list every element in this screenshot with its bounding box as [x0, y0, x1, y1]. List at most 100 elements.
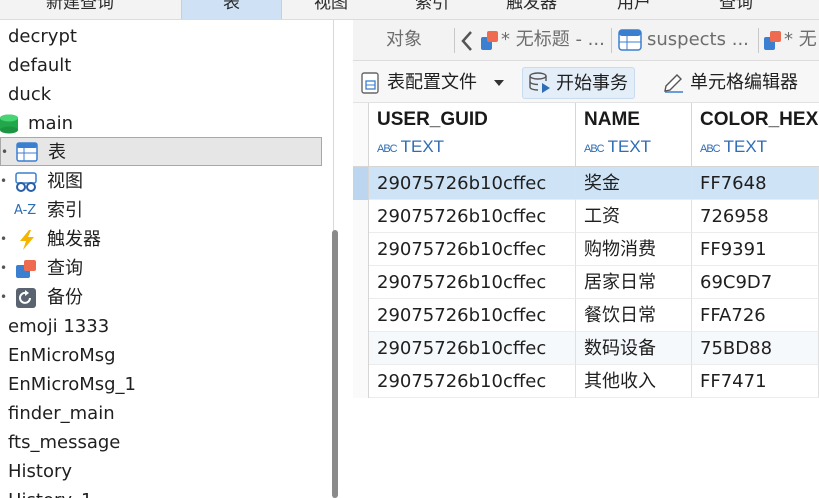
tree-item-label: History	[8, 461, 73, 482]
cell-user-guid[interactable]: 29075726b10cffec	[369, 299, 576, 332]
trigger-icon	[20, 230, 34, 250]
user-button[interactable]: 用户	[617, 0, 651, 19]
column-header-user-guid[interactable]: USER_GUID ABC TEXT	[369, 103, 576, 167]
object-toolbar: 表配置文件 开始事务 单元格编辑器	[353, 61, 819, 103]
row-gutter[interactable]	[353, 200, 369, 233]
tree-item-backups[interactable]: • 备份	[0, 283, 330, 312]
tree-item-queries[interactable]: • 查询	[0, 254, 330, 283]
tree-item-decrypt[interactable]: decrypt	[0, 22, 330, 51]
cell-color-hex[interactable]: FF9391	[692, 233, 819, 266]
begin-transaction-button[interactable]: 开始事务	[522, 67, 635, 99]
chevron-down-icon	[494, 80, 504, 86]
tree-item-fts-message[interactable]: fts_message	[0, 428, 330, 457]
table-tab-icon	[618, 29, 642, 51]
trigger-button[interactable]: 触发器	[506, 0, 557, 19]
transaction-icon	[529, 72, 550, 93]
column-name: NAME	[584, 109, 640, 130]
table-config-icon	[361, 72, 379, 94]
tree-item-tables[interactable]: • 表	[0, 137, 322, 166]
cell-user-guid[interactable]: 29075726b10cffec	[369, 365, 576, 398]
tree-item-label: decrypt	[8, 26, 77, 47]
cell-color-hex[interactable]: FF7471	[692, 365, 819, 398]
pencil-icon	[664, 74, 683, 93]
query-tab-icon	[481, 31, 498, 50]
cell-name[interactable]: 其他收入	[576, 365, 692, 398]
tree-item-finder-main[interactable]: finder_main	[0, 399, 330, 428]
row-gutter[interactable]	[353, 332, 369, 365]
tree-item-history-1[interactable]: History_1	[0, 486, 330, 498]
tree-item-label: 查询	[47, 258, 83, 279]
tree-bullet-icon: •	[0, 174, 8, 188]
table-button[interactable]: 表	[181, 0, 282, 19]
cell-name[interactable]: 餐饮日常	[576, 299, 692, 332]
column-type-label: TEXT	[400, 137, 445, 156]
table-config-button[interactable]: 表配置文件	[361, 67, 507, 99]
tree-item-label: emoji 1333	[8, 316, 110, 337]
tree-item-triggers[interactable]: • 触发器	[0, 225, 330, 254]
tree-item-history[interactable]: History	[0, 457, 330, 486]
tree-bullet-icon: •	[0, 290, 8, 304]
tab-untitled-query-2[interactable]: * 无	[784, 20, 817, 60]
table-row[interactable]: 29075726b10cffec 数码设备 75BD88	[353, 332, 819, 365]
cell-editor-button[interactable]: 单元格编辑器	[662, 67, 819, 99]
text-type-icon: ABC	[584, 143, 605, 155]
tree-item-emoji[interactable]: emoji 1333	[0, 312, 330, 341]
tab-divider	[758, 28, 759, 53]
row-gutter[interactable]	[353, 167, 369, 200]
tree-item-indexes[interactable]: A-Z 索引	[0, 196, 330, 225]
column-header-name[interactable]: NAME ABC TEXT	[576, 103, 692, 167]
tab-untitled-query[interactable]: * 无标题 - ...	[501, 20, 605, 60]
cell-user-guid[interactable]: 29075726b10cffec	[369, 332, 576, 365]
cell-color-hex[interactable]: FF7648	[692, 167, 819, 200]
cell-color-hex[interactable]: FFA726	[692, 299, 819, 332]
tree-item-views[interactable]: • 视图	[0, 167, 330, 196]
cell-name[interactable]: 居家日常	[576, 266, 692, 299]
cell-color-hex[interactable]: 726958	[692, 200, 819, 233]
table-row[interactable]: 29075726b10cffec 奖金 FF7648	[353, 167, 819, 200]
view-button[interactable]: 视图	[314, 0, 348, 19]
cell-name[interactable]: 奖金	[576, 167, 692, 200]
column-type-label: TEXT	[723, 137, 768, 156]
column-type-label: TEXT	[607, 137, 652, 156]
tree-item-duck[interactable]: duck	[0, 80, 330, 109]
row-gutter[interactable]	[353, 299, 369, 332]
table-row[interactable]: 29075726b10cffec 购物消费 FF9391	[353, 233, 819, 266]
new-query-button[interactable]: 新建查询	[46, 0, 114, 19]
table-row[interactable]: 29075726b10cffec 居家日常 69C9D7	[353, 266, 819, 299]
tab-suspects[interactable]: suspects ...	[647, 20, 749, 60]
cell-color-hex[interactable]: 69C9D7	[692, 266, 819, 299]
tree-item-default[interactable]: default	[0, 51, 330, 80]
cell-color-hex[interactable]: 75BD88	[692, 332, 819, 365]
grid-corner	[353, 103, 369, 167]
cell-user-guid[interactable]: 29075726b10cffec	[369, 200, 576, 233]
table-row[interactable]: 29075726b10cffec 工资 726958	[353, 200, 819, 233]
table-row[interactable]: 29075726b10cffec 餐饮日常 FFA726	[353, 299, 819, 332]
index-icon: A-Z	[14, 203, 37, 218]
sidebar-scrollbar[interactable]	[332, 230, 338, 498]
tree-bullet-icon: •	[0, 261, 8, 275]
cell-name[interactable]: 购物消费	[576, 233, 692, 266]
index-button[interactable]: 索引	[415, 0, 449, 19]
column-header-color-hex[interactable]: COLOR_HEX ABC TEXT	[692, 103, 819, 167]
tab-divider	[454, 28, 455, 53]
tree-item-main[interactable]: main	[0, 109, 330, 138]
cell-editor-label: 单元格编辑器	[690, 72, 798, 93]
cell-user-guid[interactable]: 29075726b10cffec	[369, 167, 576, 200]
tab-objects[interactable]: 对象	[386, 20, 422, 60]
row-gutter[interactable]	[353, 365, 369, 398]
query-button[interactable]: 查询	[719, 0, 753, 19]
backup-icon	[16, 288, 36, 308]
cell-name[interactable]: 工资	[576, 200, 692, 233]
table-row[interactable]: 29075726b10cffec 其他收入 FF7471	[353, 365, 819, 398]
tree-item-label: EnMicroMsg_1	[8, 374, 137, 395]
cell-user-guid[interactable]: 29075726b10cffec	[369, 266, 576, 299]
cell-name[interactable]: 数码设备	[576, 332, 692, 365]
row-gutter[interactable]	[353, 233, 369, 266]
top-toolbar: 新建查询 表 视图 索引 触发器 用户 查询	[0, 0, 819, 20]
row-gutter[interactable]	[353, 266, 369, 299]
tree-item-enmicromsg-1[interactable]: EnMicroMsg_1	[0, 370, 330, 399]
chevron-left-icon[interactable]	[460, 30, 474, 52]
tree-item-label: 视图	[47, 171, 83, 192]
cell-user-guid[interactable]: 29075726b10cffec	[369, 233, 576, 266]
tree-item-enmicromsg[interactable]: EnMicroMsg	[0, 341, 330, 370]
